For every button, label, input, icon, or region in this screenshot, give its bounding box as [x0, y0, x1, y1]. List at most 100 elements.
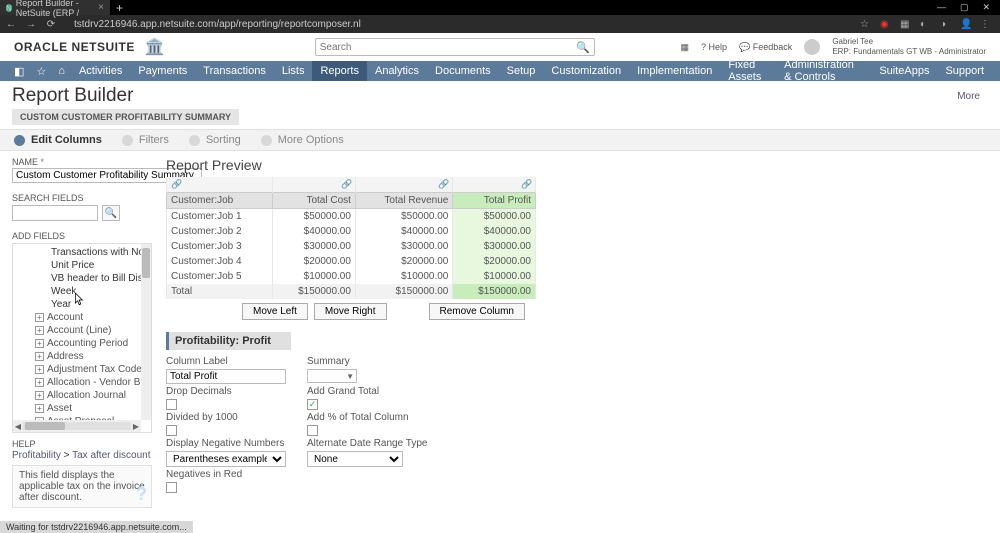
column-handle[interactable]: 🔗 — [167, 177, 273, 193]
tree-item[interactable]: +Asset — [13, 402, 151, 415]
menu-setup[interactable]: Setup — [499, 61, 544, 81]
tree-item[interactable]: Transactions with Non-Deducti — [13, 246, 151, 259]
tree-item[interactable]: +Account (Line) — [13, 324, 151, 337]
column-handle[interactable]: 🔗 — [273, 177, 356, 193]
col-header-selected[interactable]: Total Profit — [453, 193, 536, 209]
drop-decimals-checkbox[interactable] — [166, 399, 177, 410]
divided-checkbox[interactable] — [166, 425, 177, 436]
close-icon[interactable]: × — [98, 2, 104, 13]
column-handle[interactable]: 🔗 — [355, 177, 452, 193]
menu-fixed-assets[interactable]: Fixed Assets — [720, 55, 776, 87]
alt-date-select[interactable]: None — [307, 451, 403, 467]
tree-item[interactable]: +Allocation - Vendor Bill Link — [13, 376, 151, 389]
step-more-options[interactable]: More Options — [261, 134, 344, 146]
expand-icon[interactable]: + — [35, 404, 44, 413]
menu-transactions[interactable]: Transactions — [195, 61, 274, 81]
tree-item[interactable]: +Adjustment Tax Code — [13, 363, 151, 376]
tree-item[interactable]: +Account — [13, 311, 151, 324]
cell: $10000.00 — [355, 269, 452, 284]
step-edit-columns[interactable]: Edit Columns — [14, 134, 102, 146]
tree-item[interactable]: +Allocation Journal — [13, 389, 151, 402]
add-grand-total-checkbox[interactable]: ✓ — [307, 399, 318, 410]
summary-select[interactable]: ▼ — [307, 369, 357, 383]
display-neg-select[interactable]: Parentheses example: (123) — [166, 451, 286, 467]
ext-icon[interactable]: ◑ — [940, 19, 950, 29]
tree-scrollbar-horizontal[interactable]: ◀ ▶ — [13, 420, 141, 432]
expand-icon[interactable]: + — [35, 326, 44, 335]
user-menu[interactable]: Gabriel Tee ERP: Fundamentals GT WB - Ad… — [832, 37, 986, 56]
step-sorting[interactable]: Sorting — [189, 134, 241, 146]
new-tab-button[interactable]: + — [110, 1, 129, 15]
tree-item[interactable]: +Accounting Period — [13, 337, 151, 350]
step-filters[interactable]: Filters — [122, 134, 169, 146]
col-header[interactable]: Total Revenue — [355, 193, 452, 209]
tree-item[interactable]: Unit Price — [13, 259, 151, 272]
more-link[interactable]: More — [957, 85, 988, 102]
column-label-input[interactable] — [166, 369, 286, 384]
feedback-link[interactable]: 💬 Feedback — [739, 42, 792, 53]
menu-implementation[interactable]: Implementation — [629, 61, 720, 81]
col-header[interactable]: Customer:Job — [167, 193, 273, 209]
back-icon[interactable]: ← — [6, 19, 16, 30]
minimize-icon[interactable]: — — [937, 2, 946, 13]
menu-analytics[interactable]: Analytics — [367, 61, 427, 81]
step-bar: Edit Columns Filters Sorting More Option… — [0, 129, 1000, 151]
menu-toggle-icon[interactable]: ◧ — [8, 65, 30, 78]
neg-red-checkbox[interactable] — [166, 482, 177, 493]
menu-payments[interactable]: Payments — [130, 61, 195, 81]
tree-scrollbar-vertical[interactable] — [141, 244, 151, 420]
menu-admin-controls[interactable]: Administration & Controls — [776, 55, 871, 87]
search-fields-button[interactable]: 🔍 — [102, 205, 120, 221]
reload-icon[interactable]: ⟳ — [46, 19, 56, 30]
properties-heading: Profitability: Profit — [166, 332, 291, 350]
ext-icon[interactable]: ▦ — [900, 19, 910, 29]
menu-lists[interactable]: Lists — [274, 61, 313, 81]
menu-documents[interactable]: Documents — [427, 61, 499, 81]
menu-reports[interactable]: Reports — [312, 61, 367, 81]
home-icon[interactable]: ⌂ — [52, 65, 71, 77]
maximize-icon[interactable]: ▢ — [960, 2, 969, 13]
browser-tab[interactable]: N Report Builder - NetSuite (ERP / × — [0, 0, 110, 15]
tree-item[interactable]: VB header to Bill Distribution S — [13, 272, 151, 285]
search-icon[interactable]: 🔍 — [576, 41, 590, 54]
url-text[interactable]: tstdrv2216946.app.netsuite.com/app/repor… — [74, 19, 850, 30]
menu-activities[interactable]: Activities — [71, 61, 130, 81]
oracle-netsuite-logo: ORACLE NETSUITE — [14, 40, 135, 54]
help-link[interactable]: ? Help — [701, 42, 727, 52]
column-handle[interactable]: 🔗 — [453, 177, 536, 193]
add-grand-total-lbl: Add Grand Total — [307, 386, 442, 397]
col-header[interactable]: Total Cost — [273, 193, 356, 209]
ext-icon[interactable]: ◐ — [920, 19, 930, 29]
expand-icon[interactable]: + — [35, 378, 44, 387]
menu-customization[interactable]: Customization — [543, 61, 629, 81]
add-percent-checkbox[interactable] — [307, 425, 318, 436]
star-icon[interactable]: ☆ — [860, 19, 870, 29]
expand-icon[interactable]: + — [35, 365, 44, 374]
tree-item[interactable]: Week — [13, 285, 151, 298]
apps-icon[interactable]: ▦ — [680, 42, 689, 53]
close-window-icon[interactable]: ✕ — [982, 2, 990, 13]
menu-icon[interactable]: ⋮ — [980, 19, 990, 29]
tree-item[interactable]: +Address — [13, 350, 151, 363]
ext-icon[interactable]: ◉ — [880, 19, 890, 29]
tree-item[interactable]: Year — [13, 298, 151, 311]
scroll-left-icon[interactable]: ◀ — [13, 422, 23, 431]
menu-suiteapps[interactable]: SuiteApps — [871, 61, 937, 81]
report-preview-title: Report Preview — [166, 157, 988, 173]
expand-icon[interactable]: + — [35, 391, 44, 400]
scroll-right-icon[interactable]: ▶ — [131, 422, 141, 431]
remove-column-button[interactable]: Remove Column — [429, 303, 525, 320]
global-search[interactable]: 🔍 — [315, 38, 595, 56]
expand-icon[interactable]: + — [35, 339, 44, 348]
search-fields-input[interactable] — [12, 205, 98, 221]
favorites-icon[interactable]: ☆ — [30, 65, 52, 78]
expand-icon[interactable]: + — [35, 352, 44, 361]
expand-icon[interactable]: + — [35, 313, 44, 322]
user-avatar-icon[interactable]: 👤 — [960, 19, 970, 29]
forward-icon[interactable]: → — [26, 19, 36, 30]
move-right-button[interactable]: Move Right — [314, 303, 387, 320]
move-left-button[interactable]: Move Left — [242, 303, 308, 320]
search-input[interactable] — [320, 42, 576, 53]
avatar-icon[interactable] — [804, 39, 820, 55]
menu-support[interactable]: Support — [937, 61, 992, 81]
